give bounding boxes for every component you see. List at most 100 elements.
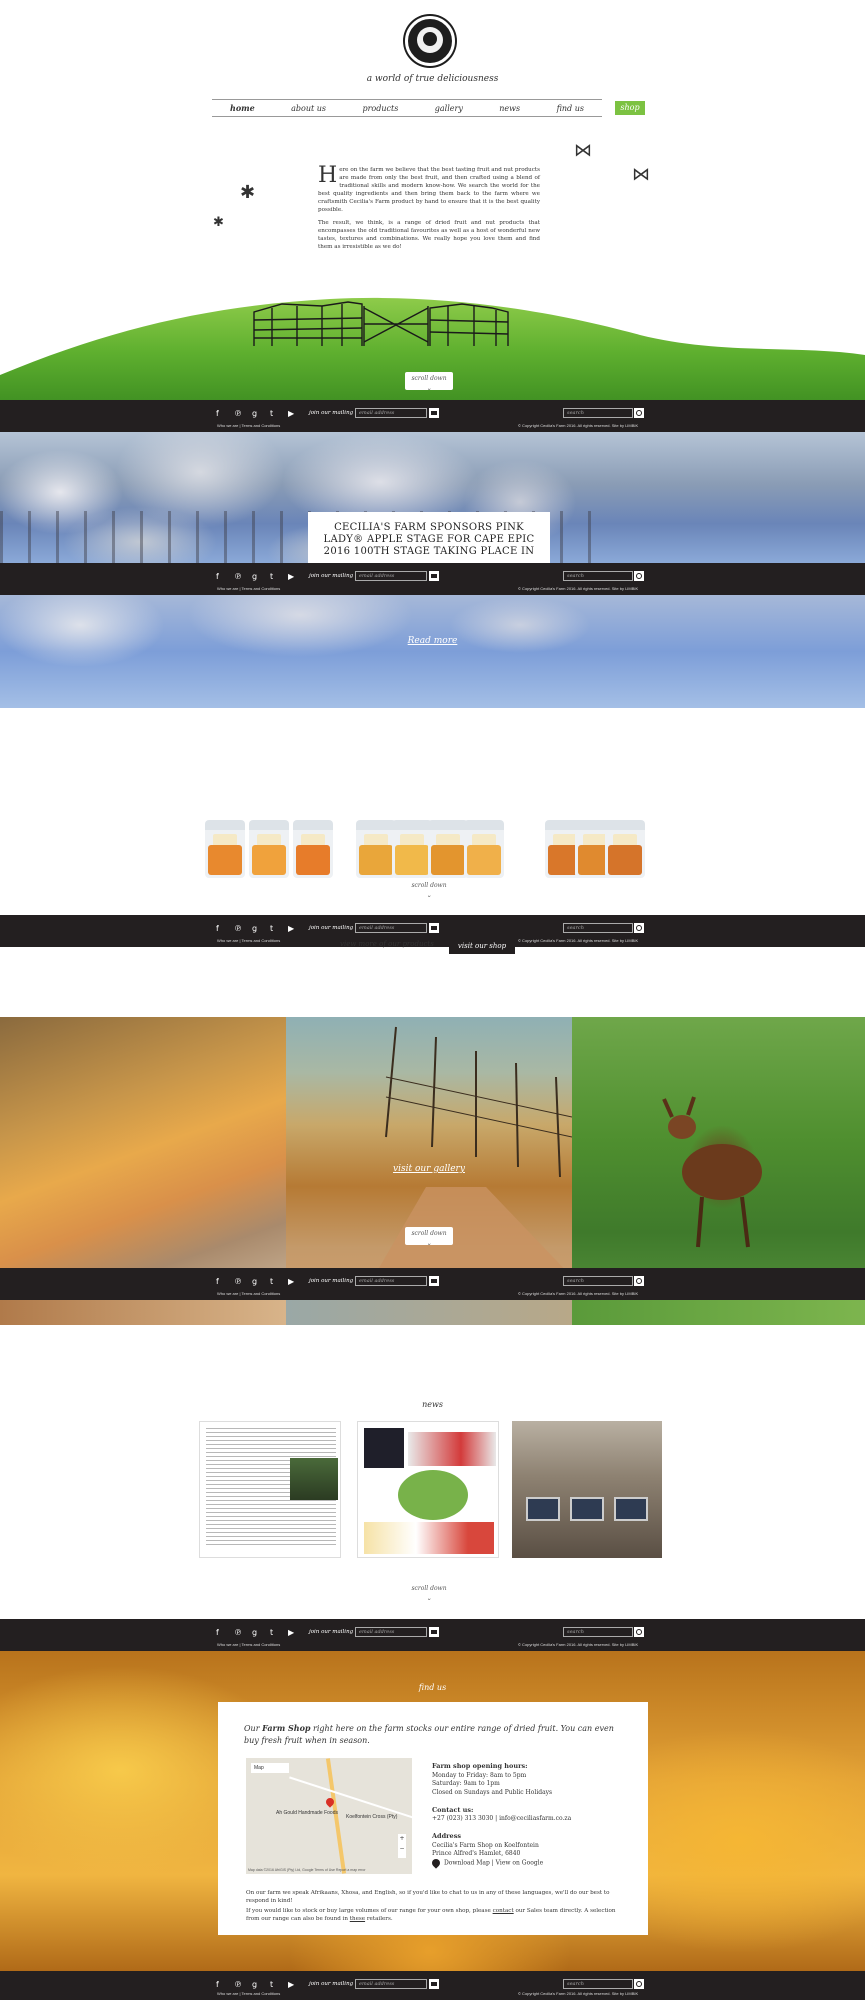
visit-gallery-link[interactable]: visit our gallery bbox=[286, 1164, 572, 1174]
scroll-down-button[interactable]: scroll down ⌄ bbox=[405, 372, 453, 392]
mailing-list-input[interactable]: email address bbox=[355, 571, 427, 581]
find-us-card: Our Farm Shop right here on the farm sto… bbox=[218, 1702, 648, 1935]
map-type-select[interactable]: Map bbox=[251, 1763, 289, 1773]
pinterest-icon[interactable]: ℗ bbox=[234, 410, 242, 418]
twitter-icon[interactable]: t bbox=[270, 925, 278, 933]
visit-shop-button[interactable]: visit our shop bbox=[449, 938, 515, 954]
pinterest-icon[interactable]: ℗ bbox=[234, 573, 242, 581]
nav-find-us[interactable]: find us bbox=[557, 104, 584, 113]
youtube-icon[interactable]: ▶ bbox=[288, 925, 296, 933]
twitter-icon[interactable]: t bbox=[270, 1981, 278, 1989]
google-map[interactable]: Map Ah Gould Handmade Foods Koelfontein … bbox=[246, 1758, 412, 1874]
facebook-icon[interactable]: f bbox=[216, 1629, 224, 1637]
nav-about-us[interactable]: about us bbox=[291, 104, 326, 113]
mailing-list-input[interactable]: email address bbox=[355, 923, 427, 933]
search-icon[interactable] bbox=[634, 1627, 644, 1637]
logo[interactable] bbox=[405, 16, 455, 66]
footer-links[interactable]: Who we are | Terms and Conditions bbox=[217, 423, 280, 428]
search-icon[interactable] bbox=[634, 1276, 644, 1286]
download-map-label[interactable]: Download Map | View on Google bbox=[444, 1860, 543, 1867]
mailing-list-input[interactable]: email address bbox=[355, 408, 427, 418]
nav-news[interactable]: news bbox=[499, 104, 520, 113]
map-zoom-control[interactable]: + − bbox=[398, 1834, 406, 1858]
scroll-down-button[interactable]: scroll down ⌄ bbox=[405, 526, 453, 546]
product-group[interactable] bbox=[545, 816, 645, 878]
read-more-link[interactable]: Read more bbox=[0, 636, 865, 646]
search-icon[interactable] bbox=[634, 571, 644, 581]
mailing-list-input[interactable]: email address bbox=[355, 1979, 427, 1989]
google-plus-icon[interactable]: g bbox=[252, 1278, 260, 1286]
facebook-icon[interactable]: f bbox=[216, 1981, 224, 1989]
youtube-icon[interactable]: ▶ bbox=[288, 573, 296, 581]
download-map-link[interactable]: Download Map | View on Google bbox=[430, 1857, 543, 1869]
location-pin-icon bbox=[430, 1857, 442, 1869]
google-plus-icon[interactable]: g bbox=[252, 1981, 260, 1989]
product-group[interactable] bbox=[356, 816, 506, 878]
google-plus-icon[interactable]: g bbox=[252, 573, 260, 581]
twitter-icon[interactable]: t bbox=[270, 573, 278, 581]
pinterest-icon[interactable]: ℗ bbox=[234, 1981, 242, 1989]
google-plus-icon[interactable]: g bbox=[252, 410, 260, 418]
stone-wall-gate-sketch bbox=[253, 301, 509, 346]
address-line: Prince Alfred's Hamlet, 6840 bbox=[432, 1850, 521, 1857]
mailing-list-submit-icon[interactable] bbox=[429, 923, 439, 933]
facebook-icon[interactable]: f bbox=[216, 925, 224, 933]
scroll-down-button[interactable]: scroll down ⌄ bbox=[405, 1227, 453, 1247]
footer-links[interactable]: Who we are | Terms and Conditions bbox=[217, 1642, 280, 1647]
nav-home[interactable]: home bbox=[230, 103, 255, 113]
shop-button[interactable]: shop bbox=[615, 101, 645, 115]
facebook-icon[interactable]: f bbox=[216, 573, 224, 581]
languages-note: On our farm we speak Afrikaans, Xhosa, a… bbox=[246, 1890, 610, 1904]
google-plus-icon[interactable]: g bbox=[252, 1629, 260, 1637]
pinterest-icon[interactable]: ℗ bbox=[234, 1629, 242, 1637]
news-thumb-office-photo[interactable] bbox=[512, 1421, 662, 1558]
youtube-icon[interactable]: ▶ bbox=[288, 1981, 296, 1989]
retailers-link[interactable]: these bbox=[350, 1916, 365, 1922]
scroll-down-button[interactable]: scroll down ⌄ bbox=[405, 879, 453, 899]
twitter-icon[interactable]: t bbox=[270, 1278, 278, 1286]
nav-gallery[interactable]: gallery bbox=[435, 104, 463, 113]
footer-links[interactable]: Who we are | Terms and Conditions bbox=[217, 938, 280, 943]
social-icons: f ℗ g t ▶ bbox=[216, 1981, 296, 1989]
pinterest-icon[interactable]: ℗ bbox=[234, 925, 242, 933]
facebook-icon[interactable]: f bbox=[216, 1278, 224, 1286]
youtube-icon[interactable]: ▶ bbox=[288, 410, 296, 418]
news-thumb-magazine[interactable] bbox=[357, 1421, 499, 1558]
news-thumb-article[interactable] bbox=[199, 1421, 341, 1558]
mailing-list-submit-icon[interactable] bbox=[429, 1276, 439, 1286]
youtube-icon[interactable]: ▶ bbox=[288, 1278, 296, 1286]
search-icon[interactable] bbox=[634, 1979, 644, 1989]
search-icon[interactable] bbox=[634, 408, 644, 418]
mailing-list-submit-icon[interactable] bbox=[429, 408, 439, 418]
search-input[interactable]: search bbox=[563, 408, 633, 418]
footer-links[interactable]: Who we are | Terms and Conditions bbox=[217, 586, 280, 591]
footer-links[interactable]: Who we are | Terms and Conditions bbox=[217, 1291, 280, 1296]
mailing-list-submit-icon[interactable] bbox=[429, 1979, 439, 1989]
contact-link[interactable]: contact bbox=[493, 1908, 514, 1914]
lead-pre: Our bbox=[244, 1724, 263, 1733]
facebook-icon[interactable]: f bbox=[216, 410, 224, 418]
footer-links[interactable]: Who we are | Terms and Conditions bbox=[217, 1991, 280, 1996]
mailing-list-submit-icon[interactable] bbox=[429, 571, 439, 581]
google-plus-icon[interactable]: g bbox=[252, 925, 260, 933]
twitter-icon[interactable]: t bbox=[270, 410, 278, 418]
mailing-list-submit-icon[interactable] bbox=[429, 1627, 439, 1637]
search-input[interactable]: search bbox=[563, 1276, 633, 1286]
search-input[interactable]: search bbox=[563, 923, 633, 933]
gallery-image-strip bbox=[572, 1300, 865, 1325]
scroll-down-button[interactable]: scroll down ⌄ bbox=[405, 1582, 453, 1602]
product-group[interactable] bbox=[205, 816, 335, 878]
search-icon[interactable] bbox=[634, 923, 644, 933]
view-more-products-link[interactable]: view more of our products bbox=[340, 940, 434, 948]
mailing-list-input[interactable]: email address bbox=[355, 1276, 427, 1286]
search-input[interactable]: search bbox=[563, 1979, 633, 1989]
mailing-list-input[interactable]: email address bbox=[355, 1627, 427, 1637]
nav-products[interactable]: products bbox=[362, 104, 398, 113]
contact-line[interactable]: +27 (023) 313 3030 | info@ceciliasfarm.c… bbox=[432, 1815, 571, 1822]
search-input[interactable]: search bbox=[563, 571, 633, 581]
hours-line: Saturday: 9am to 1pm bbox=[432, 1780, 500, 1787]
search-input[interactable]: search bbox=[563, 1627, 633, 1637]
youtube-icon[interactable]: ▶ bbox=[288, 1629, 296, 1637]
twitter-icon[interactable]: t bbox=[270, 1629, 278, 1637]
pinterest-icon[interactable]: ℗ bbox=[234, 1278, 242, 1286]
